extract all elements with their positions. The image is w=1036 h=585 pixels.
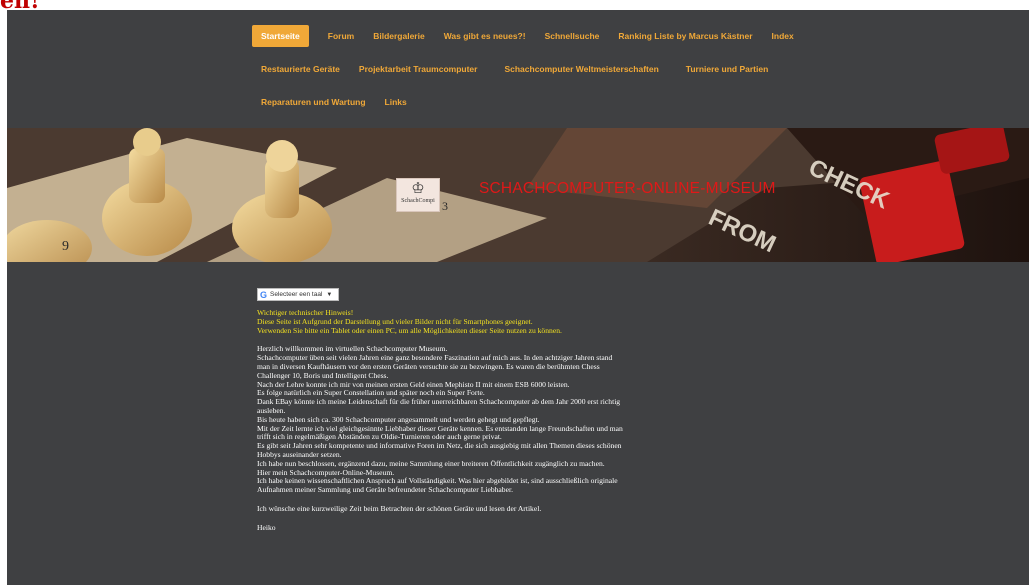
nav-item-turniere-und-partien[interactable]: Turniere und Partien	[686, 64, 769, 74]
warning-line: Verwenden Sie bitte ein Tablet oder eine…	[257, 325, 562, 335]
chess-king-icon: ♔	[411, 181, 425, 197]
language-select-label: Selecteer een taal	[270, 291, 323, 298]
nav-item-bildergalerie[interactable]: Bildergalerie	[373, 31, 425, 41]
paragraph: Mit der Zeit lernte ich viel gleichgesin…	[257, 423, 623, 442]
page-frame: Startseite Forum Bildergalerie Was gibt …	[7, 10, 1029, 585]
svg-text:3: 3	[442, 199, 448, 213]
technical-warning: Wichtiger technischer Hinweis! Diese Sei…	[257, 308, 627, 335]
site-logo[interactable]: ♔ SchachCompi	[396, 178, 440, 212]
paragraph: Schachcomputer üben seit vielen Jahren e…	[257, 353, 613, 380]
nav-item-links[interactable]: Links	[385, 97, 407, 107]
header-banner: CHECK FROM 9 3 ♔ SchachCompi SCHACHCOMPU…	[7, 128, 1029, 262]
nav-item-reparaturen[interactable]: Reparaturen und Wartung	[261, 97, 366, 107]
language-select[interactable]: G Selecteer een taal ▼	[257, 288, 339, 301]
nav-item-ranking-liste[interactable]: Ranking Liste by Marcus Kästner	[618, 31, 752, 41]
main-navigation: Startseite Forum Bildergalerie Was gibt …	[252, 24, 812, 123]
svg-text:9: 9	[62, 239, 69, 254]
logo-text: SchachCompi	[401, 198, 435, 204]
nav-row-3: Reparaturen und Wartung Links	[252, 90, 812, 113]
paragraph: Dank EBay könnte ich meine Leidenschaft …	[257, 397, 621, 415]
nav-item-restaurierte-geraete[interactable]: Restaurierte Geräte	[261, 64, 340, 74]
nav-item-projektarbeit[interactable]: Projektarbeit Traumcomputer	[359, 64, 478, 74]
nav-item-index[interactable]: Index	[772, 31, 794, 41]
site-title: SCHACHCOMPUTER-ONLINE-MUSEUM	[479, 180, 776, 197]
welcome-text: Herzlich willkommen im virtuellen Schach…	[257, 345, 627, 495]
nav-row-1: Startseite Forum Bildergalerie Was gibt …	[252, 24, 812, 47]
main-content: Wichtiger technischer Hinweis! Diese Sei…	[257, 308, 627, 533]
nav-item-was-gibt-es-neues[interactable]: Was gibt es neues?!	[444, 31, 526, 41]
closing-text: Ich wünsche eine kurzweilige Zeit beim B…	[257, 503, 542, 513]
signature: Heiko	[257, 522, 276, 532]
paragraph: Ich habe keinen wissenschaftlichen Anspr…	[257, 476, 618, 495]
nav-row-2: Restaurierte Geräte Projektarbeit Traumc…	[252, 57, 812, 80]
google-g-icon: G	[260, 289, 268, 300]
nav-item-schnellsuche[interactable]: Schnellsuche	[545, 31, 600, 41]
nav-item-startseite[interactable]: Startseite	[252, 24, 309, 47]
paragraph: Es gibt seit Jahren sehr kompetente und …	[257, 441, 622, 459]
chevron-down-icon: ▼	[326, 291, 333, 298]
nav-item-weltmeisterschaften[interactable]: Schachcomputer Weltmeisterschaften	[504, 64, 658, 74]
nav-item-forum[interactable]: Forum	[328, 31, 354, 41]
